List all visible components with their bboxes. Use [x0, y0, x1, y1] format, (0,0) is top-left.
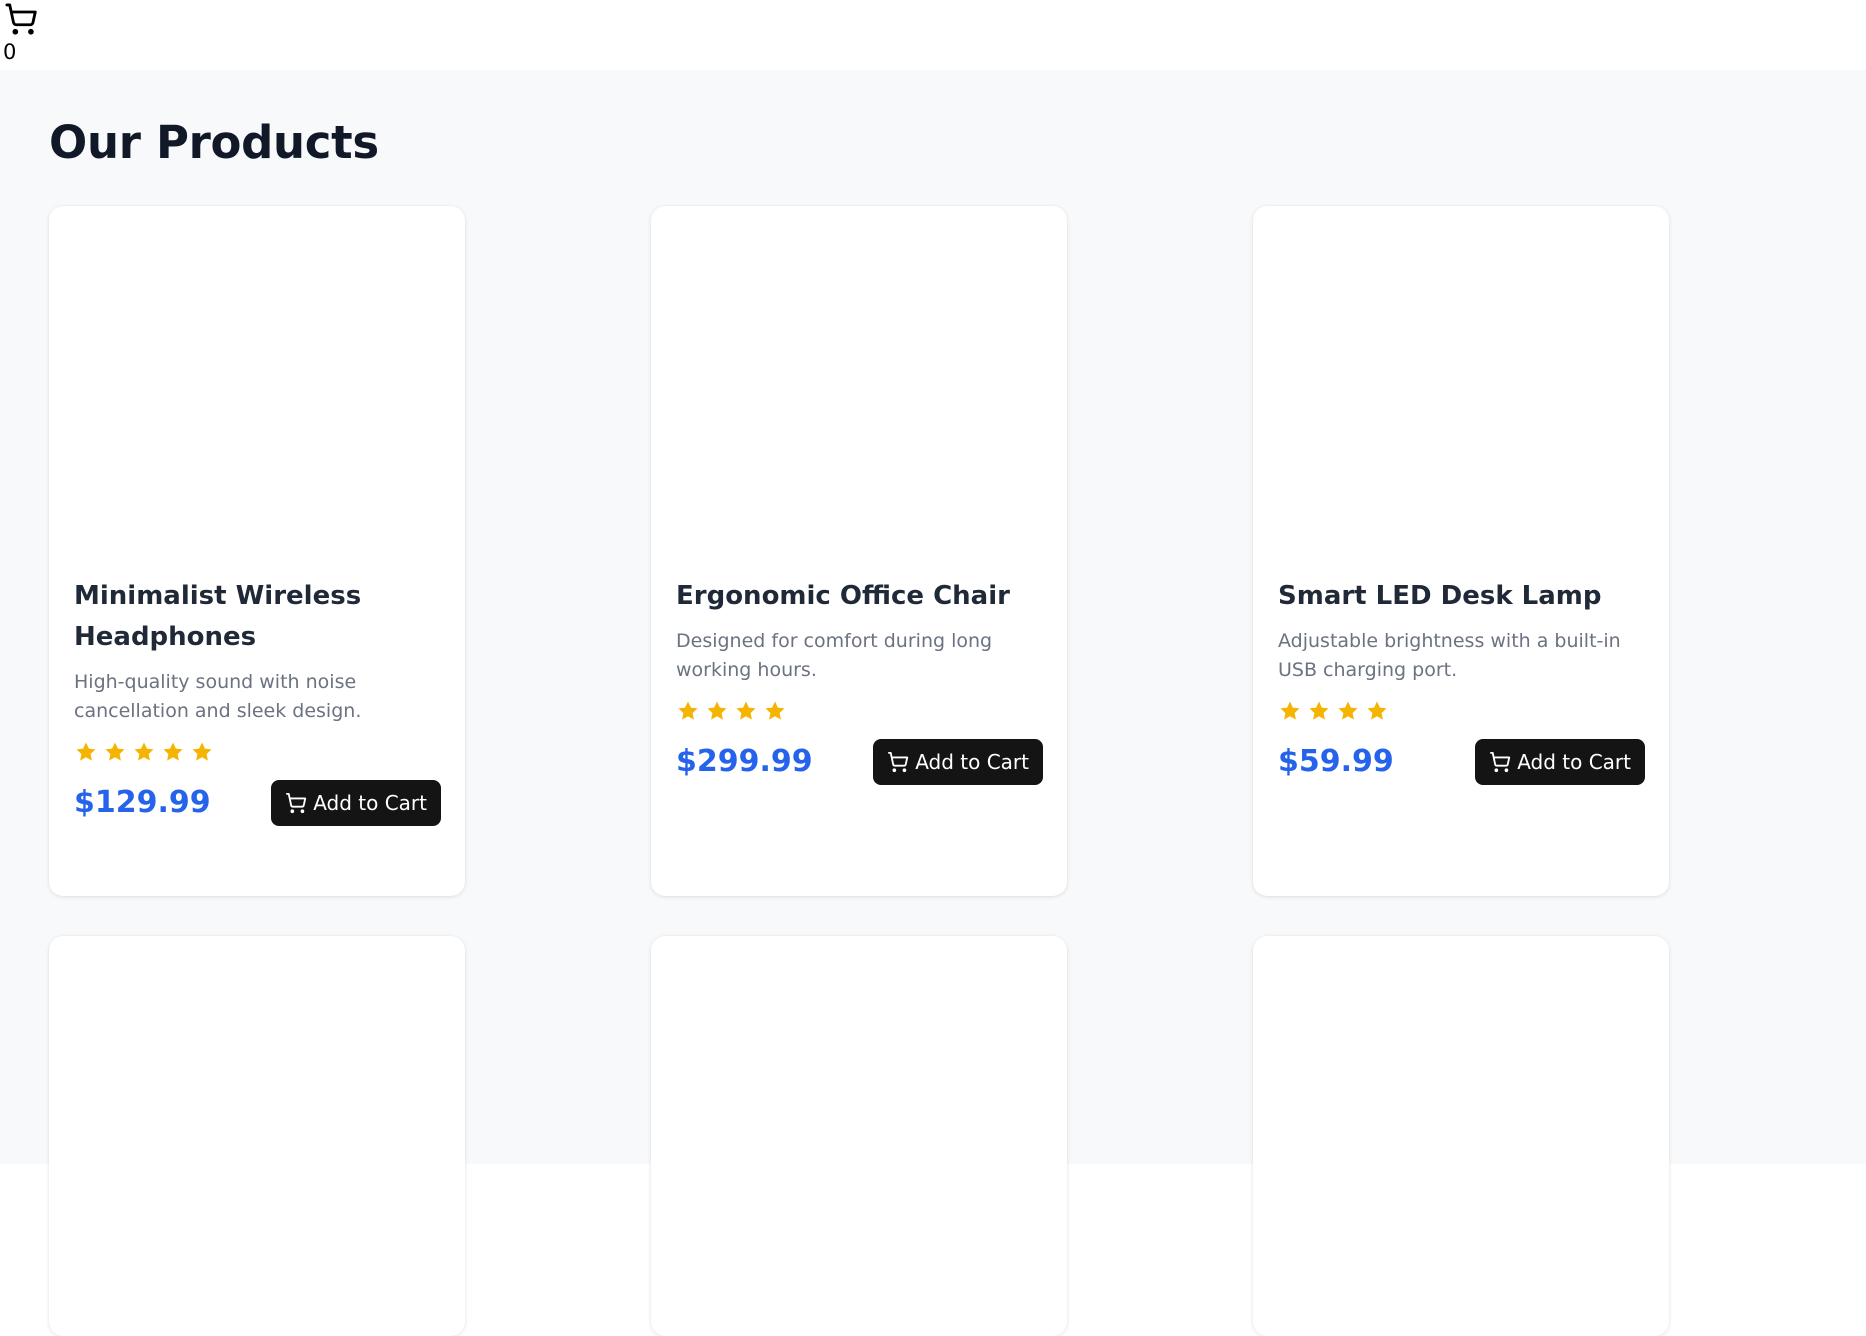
star-icon — [76, 742, 96, 761]
product-rating — [74, 740, 441, 766]
product-description: Designed for comfort during long working… — [676, 630, 993, 681]
star-icon — [1280, 701, 1300, 720]
product-card — [651, 936, 1067, 1336]
product-description: High-quality sound with noise cancellati… — [74, 671, 362, 722]
shopping-cart-icon — [286, 792, 307, 814]
product-card: Minimalist Wireless Headphones High-qual… — [49, 206, 465, 896]
add-to-cart-label: Add to Cart — [1517, 750, 1631, 774]
add-to-cart-button[interactable]: Add to Cart — [271, 780, 441, 826]
shopping-cart-icon[interactable] — [4, 2, 38, 36]
product-title: Ergonomic Office Chair — [676, 581, 1010, 611]
star-icon — [134, 742, 154, 761]
star-icon — [1367, 701, 1387, 720]
product-card — [49, 936, 465, 1336]
product-title: Smart LED Desk Lamp — [1278, 581, 1602, 611]
star-icon — [105, 742, 125, 761]
product-rating — [1278, 699, 1645, 725]
star-icon — [736, 701, 756, 720]
main-content: Our Products Minimalist Wireless Headpho… — [0, 70, 1866, 1336]
top-bar: 0 — [0, 0, 1866, 70]
cart-count: 0 — [3, 40, 17, 64]
product-price: $299.99 — [676, 744, 813, 779]
add-to-cart-label: Add to Cart — [915, 750, 1029, 774]
product-card — [1253, 936, 1669, 1336]
product-title: Minimalist Wireless Headphones — [74, 581, 362, 652]
star-icon — [163, 742, 183, 761]
product-card: Smart LED Desk Lamp Adjustable brightnes… — [1253, 206, 1669, 896]
shopping-cart-icon — [1490, 751, 1511, 773]
product-price: $129.99 — [74, 785, 211, 820]
add-to-cart-label: Add to Cart — [313, 791, 427, 815]
star-icon — [1338, 701, 1358, 720]
star-icon — [192, 742, 212, 761]
product-rating — [676, 699, 1043, 725]
product-price: $59.99 — [1278, 744, 1394, 779]
page-title: Our Products — [49, 116, 379, 169]
shopping-cart-icon — [888, 751, 909, 773]
product-description: Adjustable brightness with a built-in US… — [1278, 630, 1621, 681]
star-icon — [765, 701, 785, 720]
add-to-cart-button[interactable]: Add to Cart — [1475, 739, 1645, 785]
star-icon — [678, 701, 698, 720]
cart-widget[interactable]: 0 — [2, 2, 42, 64]
star-icon — [707, 701, 727, 720]
add-to-cart-button[interactable]: Add to Cart — [873, 739, 1043, 785]
star-icon — [1309, 701, 1329, 720]
product-card: Ergonomic Office Chair Designed for comf… — [651, 206, 1067, 896]
